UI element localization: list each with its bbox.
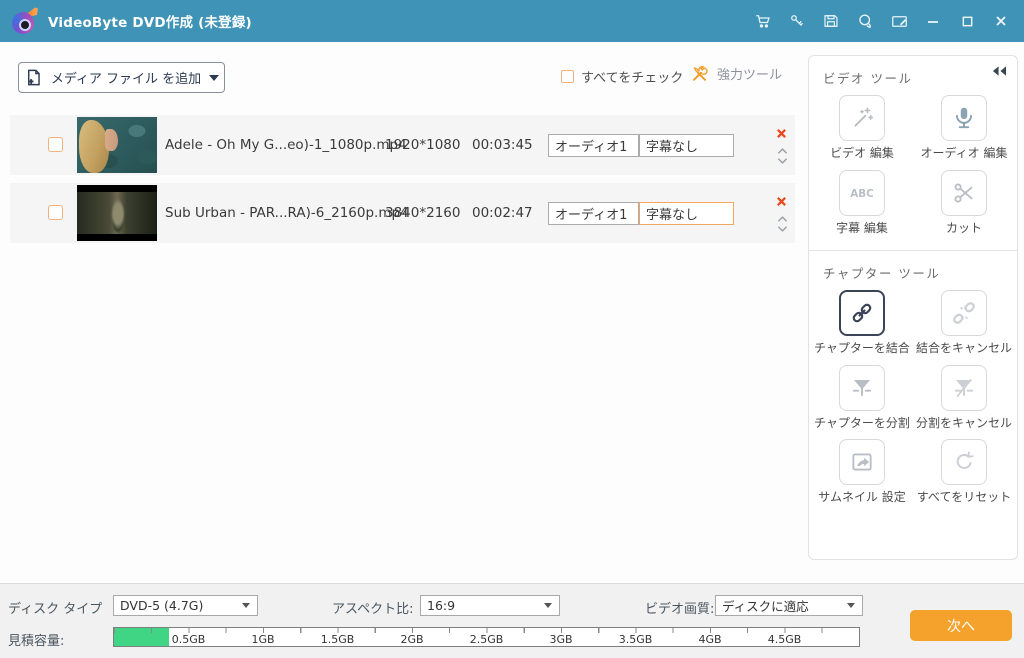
file-name: Sub Urban - PAR...RA)-6_2160p.mp4 (165, 205, 385, 221)
maximize-button[interactable] (952, 7, 982, 35)
broken-link-icon (951, 300, 977, 326)
capacity-tick-label: 4GB (698, 633, 721, 646)
capacity-tick-label: 2GB (400, 633, 423, 646)
toolbar: メディア ファイル を追加 すべてをチェック 強力ツール (0, 42, 808, 100)
video-tools-header: ビデオ ツール (809, 56, 1017, 91)
scissors-icon (951, 180, 977, 206)
check-all-checkbox[interactable] (561, 70, 574, 83)
tool-reset-all[interactable]: すべてをリセット (914, 439, 1014, 506)
file-duration: 00:03:45 (472, 137, 527, 153)
minimize-button[interactable] (918, 7, 948, 35)
disc-type-select[interactable]: DVD-5 (4.7G) (113, 595, 258, 616)
capacity-tick-label: 0.5GB (172, 633, 206, 646)
media-file-row[interactable]: Adele - Oh My G...eo)-1_1080p.mp4 1920*1… (10, 115, 795, 175)
capacity-tick-label: 1.5GB (321, 633, 355, 646)
support-icon[interactable] (850, 7, 880, 35)
capacity-tick-label: 3.5GB (619, 633, 653, 646)
bottom-settings-panel: ディスク タイプ DVD-5 (4.7G) アスペクト比: 16:9 ビデオ画質… (0, 583, 1024, 658)
subtitle-track-select[interactable]: 字幕なし (639, 202, 734, 225)
move-down-icon[interactable] (777, 150, 788, 169)
chevron-down-icon (209, 75, 219, 81)
check-all-control[interactable]: すべてをチェック (561, 67, 683, 86)
video-quality-select[interactable]: ディスクに適応 (715, 595, 863, 616)
thumbnail-arrow-icon (849, 449, 875, 475)
capacity-tick-label: 4.5GB (768, 633, 802, 646)
disc-type-label: ディスク タイプ (8, 598, 102, 617)
tool-cancel-merge[interactable]: 結合をキャンセル (914, 290, 1014, 357)
chevron-down-icon (544, 603, 552, 608)
row-checkbox[interactable] (48, 205, 63, 220)
tool-video-edit[interactable]: ビデオ 編集 (812, 95, 912, 162)
store-cart-icon[interactable] (748, 7, 778, 35)
tool-merge-chapters[interactable]: チャプターを結合 (812, 290, 912, 357)
tool-cancel-split[interactable]: 分割をキャンセル (914, 365, 1014, 432)
file-name: Adele - Oh My G...eo)-1_1080p.mp4 (165, 137, 385, 153)
capacity-tick-label: 1GB (251, 633, 274, 646)
add-media-label: メディア ファイル を追加 (51, 68, 201, 87)
aspect-ratio-label: アスペクト比: (332, 598, 413, 617)
tool-cut[interactable]: カット (914, 170, 1014, 237)
app-logo-icon (12, 8, 38, 34)
video-thumbnail (77, 185, 157, 241)
power-tools-label: 強力ツール (717, 64, 782, 83)
next-button[interactable]: 次へ (910, 610, 1012, 641)
add-media-button[interactable]: メディア ファイル を追加 (18, 62, 225, 93)
register-key-icon[interactable] (782, 7, 812, 35)
audio-track-select[interactable]: オーディオ1 (548, 202, 639, 225)
check-all-label: すべてをチェック (581, 67, 683, 86)
close-button[interactable] (986, 7, 1016, 35)
audio-track-select[interactable]: オーディオ1 (548, 134, 639, 157)
titlebar: VideoByte DVD作成 (未登録) (0, 0, 1024, 42)
split-icon (849, 375, 875, 401)
delete-row-icon[interactable] (776, 192, 790, 206)
tool-subtitle-edit[interactable]: ABC 字幕 編集 (812, 170, 912, 237)
reset-icon (951, 449, 977, 475)
row-checkbox[interactable] (48, 137, 63, 152)
tool-thumbnail-settings[interactable]: サムネイル 設定 (812, 439, 912, 506)
capacity-tick-label: 2.5GB (470, 633, 504, 646)
file-resolution: 1920*1080 (385, 137, 457, 153)
microphone-icon (951, 105, 977, 131)
save-icon[interactable] (816, 7, 846, 35)
tool-audio-edit[interactable]: オーディオ 編集 (914, 95, 1014, 162)
abc-icon: ABC (846, 180, 878, 206)
split-cancel-icon (951, 375, 977, 401)
file-duration: 00:02:47 (472, 205, 527, 221)
feedback-icon[interactable] (884, 7, 914, 35)
chapter-tools-header: チャプター ツール (809, 251, 1017, 286)
video-thumbnail (77, 117, 157, 173)
svg-text:ABC: ABC (850, 188, 873, 200)
capacity-bar: 0.5GB 1GB 1.5GB 2GB 2.5GB 3GB 3.5GB 4GB … (113, 627, 860, 647)
aspect-ratio-select[interactable]: 16:9 (420, 595, 560, 616)
collapse-sidebar-icon[interactable] (992, 65, 1007, 80)
subtitle-track-select[interactable]: 字幕なし (639, 134, 734, 157)
add-file-icon (24, 68, 43, 87)
file-resolution: 3840*2160 (385, 205, 457, 221)
tools-icon (690, 64, 709, 83)
capacity-label: 見積容量: (8, 630, 64, 649)
link-icon (849, 300, 875, 326)
capacity-tick-label: 3GB (549, 633, 572, 646)
window-title: VideoByte DVD作成 (未登録) (48, 11, 252, 31)
chevron-down-icon (847, 603, 855, 608)
tools-sidebar: ビデオ ツール ビデオ 編集 オーディオ 編集 ABC 字幕 編集 カット チャ… (808, 55, 1018, 560)
media-file-row[interactable]: Sub Urban - PAR...RA)-6_2160p.mp4 3840*2… (10, 183, 795, 243)
power-tools-button[interactable]: 強力ツール (690, 64, 782, 83)
tool-split-chapters[interactable]: チャプターを分割 (812, 365, 912, 432)
magic-wand-icon (849, 105, 875, 131)
move-down-icon[interactable] (777, 218, 788, 237)
chevron-down-icon (242, 603, 250, 608)
video-quality-label: ビデオ画質: (645, 598, 714, 617)
delete-row-icon[interactable] (776, 124, 790, 138)
